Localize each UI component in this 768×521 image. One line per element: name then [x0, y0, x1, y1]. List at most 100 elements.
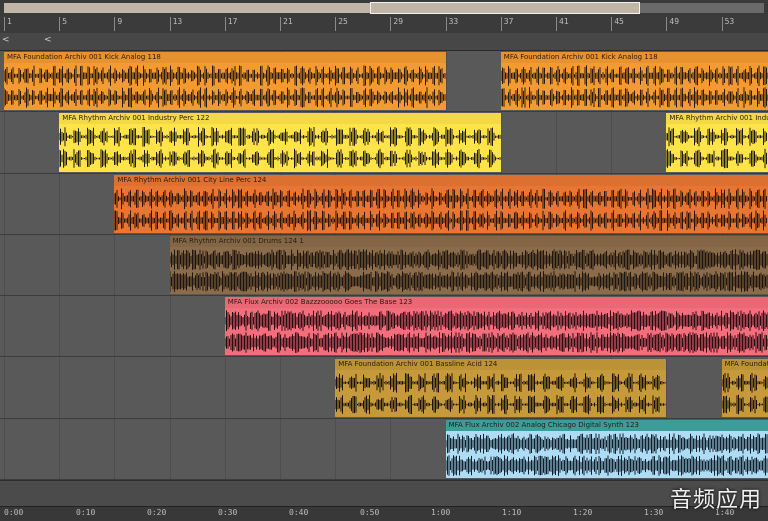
grid-line [169, 357, 171, 418]
time-ruler-tick: 0:00 [4, 508, 24, 517]
track-lane[interactable]: MFA Rhythm Archiv 001 City Line Perc 124 [0, 173, 768, 235]
audio-clip[interactable]: MFA Rhythm Archiv 001 Industry Perc 122 [666, 113, 768, 172]
bar-ruler-tick: 1 [4, 17, 12, 31]
waveform [721, 372, 768, 414]
clip-name: MFA Foundation Archiv 001 Kick Analog 11… [500, 52, 768, 63]
bar-ruler[interactable]: 1 5 9 13 17 21 25 29 33 37 41 45 49 53 [0, 17, 768, 34]
waveform [335, 372, 666, 414]
grid-line [59, 357, 61, 418]
bar-ruler-tick: 53 [721, 17, 735, 31]
grid-line [445, 51, 447, 112]
clip-name: MFA Flux Archiv 002 Analog Chicago Digit… [445, 419, 768, 431]
bar-ruler-tick: 37 [500, 17, 514, 31]
waveform [445, 433, 768, 476]
waveform [114, 187, 768, 231]
track-lane[interactable]: MFA Foundation Archiv 001 Kick Analog 11… [0, 51, 768, 113]
bar-ruler-tick: 33 [445, 17, 459, 31]
clip-name: MFA Rhythm Archiv 001 Drums 124 1 [169, 235, 768, 247]
bar-ruler-tick: 41 [556, 17, 569, 31]
time-ruler-tick: 1:20 [573, 508, 593, 517]
clip-name: MFA Foundation Archiv 001 Bassline Acid … [721, 358, 768, 370]
grid-line [335, 418, 337, 480]
time-ruler-tick: 0:50 [360, 508, 380, 517]
audio-clip[interactable]: MFA Rhythm Archiv 001 Industry Perc 122 [59, 113, 501, 172]
grid-line [224, 357, 226, 418]
track-lane[interactable]: MFA Flux Archiv 002 Bazzzooooo Goes The … [0, 296, 768, 358]
grid-line [114, 418, 116, 480]
master-track-lane [0, 480, 768, 507]
waveform [500, 65, 768, 108]
grid-line [59, 234, 61, 296]
audio-clip[interactable]: MFA Rhythm Archiv 001 Drums 124 1 [169, 235, 768, 295]
clip-name: MFA Rhythm Archiv 001 Industry Perc 122 [666, 113, 768, 125]
bar-ruler-tick: 45 [611, 17, 624, 31]
waveform [169, 249, 768, 292]
grid-line [280, 357, 281, 418]
time-ruler[interactable]: 0:00 0:10 0:20 0:30 0:40 0:50 1:00 1:10 1:20 1:30… [0, 506, 768, 521]
bar-ruler-tick: 17 [224, 17, 238, 31]
track-lane[interactable]: MFA Foundation Archiv 001 Bassline Acid … [0, 357, 768, 419]
arrangement-overview[interactable] [0, 0, 768, 17]
clip-name: MFA Rhythm Archiv 001 City Line Perc 124 [114, 174, 768, 186]
bar-ruler-tick: 29 [390, 17, 404, 31]
grid-line [4, 296, 5, 357]
overview-visible-range[interactable] [370, 2, 640, 14]
bar-ruler-tick: 5 [59, 17, 68, 31]
watermark-text: 音频应用 [669, 488, 762, 513]
grid-line [4, 418, 5, 480]
waveform [666, 127, 768, 169]
grid-line [59, 418, 61, 480]
grid-line [611, 112, 613, 173]
waveform [59, 127, 501, 169]
grid-line [4, 173, 5, 234]
grid-line [666, 357, 668, 418]
grid-line [114, 296, 116, 357]
grid-line [556, 112, 557, 173]
grid-line [59, 173, 61, 234]
audio-clip[interactable]: MFA Flux Archiv 002 Bazzzooooo Goes The … [224, 297, 768, 356]
waveform [4, 65, 446, 108]
time-ruler-tick: 0:20 [147, 508, 167, 517]
grid-line [114, 357, 116, 418]
time-ruler-tick: 0:30 [218, 508, 238, 517]
audio-clip[interactable]: MFA Rhythm Archiv 001 City Line Perc 124 [114, 174, 768, 233]
grid-line [4, 357, 5, 418]
time-ruler-tick: 1:00 [431, 508, 451, 517]
bar-ruler-tick: 25 [335, 17, 348, 31]
locator-bar[interactable]: < < [0, 33, 768, 51]
grid-line [169, 418, 171, 480]
grid-line [4, 234, 5, 296]
bar-ruler-tick: 21 [280, 17, 293, 31]
audio-clip[interactable]: MFA Foundation Archiv 001 Kick Analog 11… [4, 52, 446, 111]
clip-name: MFA Rhythm Archiv 001 Industry Perc 122 [59, 113, 501, 125]
arrangement-view[interactable]: MFA Foundation Archiv 001 Kick Analog 11… [0, 51, 768, 481]
overview-tail [640, 3, 764, 13]
clip-name: MFA Foundation Archiv 001 Kick Analog 11… [4, 52, 446, 63]
clip-name: MFA Flux Archiv 002 Bazzzooooo Goes The … [224, 297, 768, 309]
track-lane[interactable]: MFA Rhythm Archiv 001 Drums 124 1 [0, 234, 768, 297]
grid-line [390, 418, 392, 480]
time-ruler-tick: 1:10 [502, 508, 522, 517]
bar-ruler-tick: 13 [169, 17, 183, 31]
grid-line [280, 418, 281, 480]
audio-clip[interactable]: MFA Foundation Archiv 001 Bassline Acid … [335, 358, 667, 417]
audio-clip[interactable]: MFA Flux Archiv 002 Analog Chicago Digit… [445, 419, 768, 479]
audio-clip[interactable]: MFA Foundation Archiv 001 Bassline Acid … [721, 358, 768, 417]
grid-line [224, 418, 226, 480]
audio-clip[interactable]: MFA Foundation Archiv 001 Kick Analog 11… [500, 52, 768, 111]
track-lane[interactable]: MFA Rhythm Archiv 001 Industry Perc 122 M… [0, 112, 768, 174]
grid-line [4, 112, 5, 173]
time-ruler-tick: 0:40 [289, 508, 309, 517]
loop-start-marker[interactable]: < [2, 35, 10, 45]
loop-end-marker[interactable]: < [44, 35, 52, 45]
grid-line [500, 112, 502, 173]
grid-line [59, 296, 61, 357]
waveform [224, 310, 768, 354]
grid-line [169, 296, 171, 357]
track-lane[interactable]: MFA Flux Archiv 002 Analog Chicago Digit… [0, 418, 768, 481]
clip-name: MFA Foundation Archiv 001 Bassline Acid … [335, 358, 667, 370]
time-ruler-tick: 0:10 [76, 508, 96, 517]
bar-ruler-tick: 9 [114, 17, 123, 31]
time-ruler-tick: 1:30 [644, 508, 664, 517]
bar-ruler-tick: 49 [666, 17, 680, 31]
